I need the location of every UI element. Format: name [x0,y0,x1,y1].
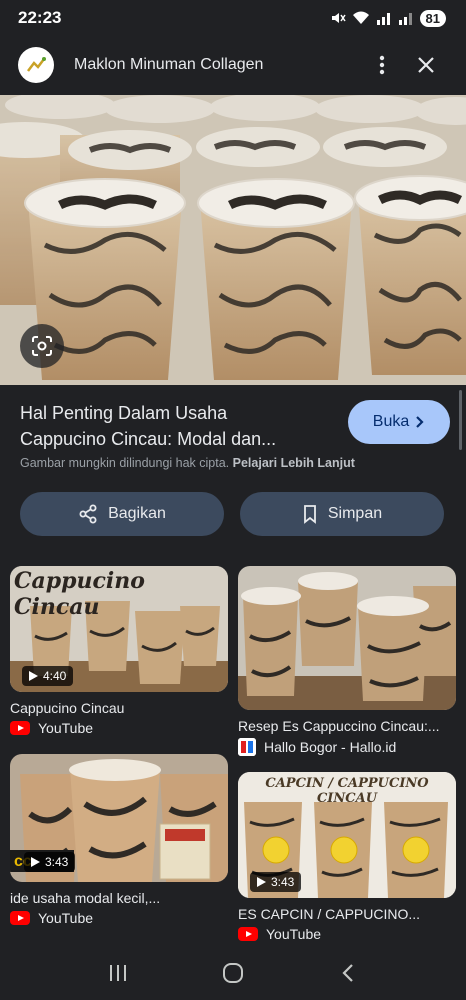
close-button[interactable] [404,43,448,87]
status-bar: 22:23 81 [0,0,466,36]
open-button-label: Buka [372,413,410,430]
share-icon [79,504,97,524]
youtube-icon [10,911,30,925]
card-title[interactable]: Cappucino Cincau [10,700,228,716]
thumbnail-overlay-text: CAPCIN / CAPPUCINO CINCAU [265,776,429,806]
video-duration: 4:40 [22,666,74,686]
related-card[interactable]: CAPCIN / CAPPUCINO CINCAU 3:43 ES CAPCIN… [238,772,456,942]
home-button[interactable] [208,953,258,993]
bookmark-icon [303,505,316,524]
result-title-line2: Cappucino Cincau: Modal dan... [20,429,277,449]
more-vert-icon [379,55,385,75]
chevron-right-icon [416,416,424,428]
battery-indicator: 81 [419,9,446,27]
back-button[interactable] [323,953,373,993]
copyright-notice: Gambar mungkin dilindungi hak cipta. Pel… [20,456,355,470]
signal-icon-2 [398,13,412,25]
save-button[interactable]: Simpan [240,492,444,536]
recents-icon [109,964,126,981]
play-icon [31,857,40,867]
mute-icon [331,13,346,23]
video-duration: 3:43 [24,852,76,872]
duration-text: 3:43 [45,855,69,869]
more-options-button[interactable] [360,43,404,87]
system-nav-bar [0,945,466,1000]
play-icon [257,877,266,887]
card-source: YouTube [10,720,228,736]
related-thumbnail[interactable] [238,566,456,710]
hallo-logo-icon [238,738,256,756]
result-title-line1: Hal Penting Dalam Usaha [20,403,228,423]
share-label: Bagikan [108,505,166,522]
status-icons: 81 [330,9,446,27]
source-name: YouTube [266,926,322,942]
related-thumbnail[interactable]: CAPCIN / CAPPUCINO CINCAU 3:43 [238,772,456,898]
card-title[interactable]: Resep Es Cappuccino Cincau:... [238,718,456,734]
learn-more-link[interactable]: Pelajari Lebih Lanjut [233,456,355,470]
cups-photo [0,95,466,385]
source-name: Hallo Bogor - Hallo.id [264,739,397,755]
header: Maklon Minuman Collagen [0,36,466,94]
share-button[interactable]: Bagikan [20,492,224,536]
recent-apps-button[interactable] [93,953,143,993]
hero-image[interactable] [0,95,466,385]
video-duration: 3:43 [250,872,302,892]
card-source: Hallo Bogor - Hallo.id [238,738,456,756]
card-source: YouTube [10,910,228,926]
source-name: YouTube [38,910,94,926]
hallo-icon [238,738,256,756]
card-title[interactable]: ES CAPCIN / CAPPUCINO... [238,906,456,922]
signal-icon [376,13,390,25]
home-icon [222,962,243,983]
wifi-icon [352,11,369,24]
logo-icon [27,57,46,72]
source-name: YouTube [38,720,94,736]
thumbnail-image [238,566,456,710]
duration-text: 4:40 [43,669,67,683]
youtube-icon [238,927,258,941]
card-source: YouTube [238,926,456,942]
result-title[interactable]: Hal Penting Dalam Usaha Cappucino Cincau… [20,400,320,452]
thumbnail-overlay-text: Cappucino Cincau [14,568,145,620]
card-title[interactable]: ide usaha modal kecil,... [10,890,228,906]
copyright-text: Gambar mungkin dilindungi hak cipta. [20,456,230,470]
site-logo [18,47,54,83]
related-card[interactable]: Resep Es Cappuccino Cincau:... Hallo Bog… [238,566,456,756]
related-card[interactable]: Cappucino Cincau 4:40 Cappucino Cincau Y… [10,566,228,736]
status-time: 22:23 [18,8,62,27]
close-icon [418,57,434,73]
save-label: Simpan [327,505,383,522]
duration-text: 3:43 [271,875,295,889]
scrollbar[interactable] [459,390,462,450]
open-button[interactable]: Buka [348,400,450,444]
lens-search-button[interactable] [20,324,64,368]
play-icon [29,671,38,681]
related-thumbnail[interactable]: cc 3:43 [10,754,228,882]
lens-icon [32,336,52,356]
site-title: Maklon Minuman Collagen [74,56,264,73]
back-icon [342,963,354,982]
youtube-icon [10,721,30,735]
related-thumbnail[interactable]: Cappucino Cincau 4:40 [10,566,228,692]
related-card[interactable]: cc 3:43 ide usaha modal kecil,... YouTub… [10,754,228,926]
